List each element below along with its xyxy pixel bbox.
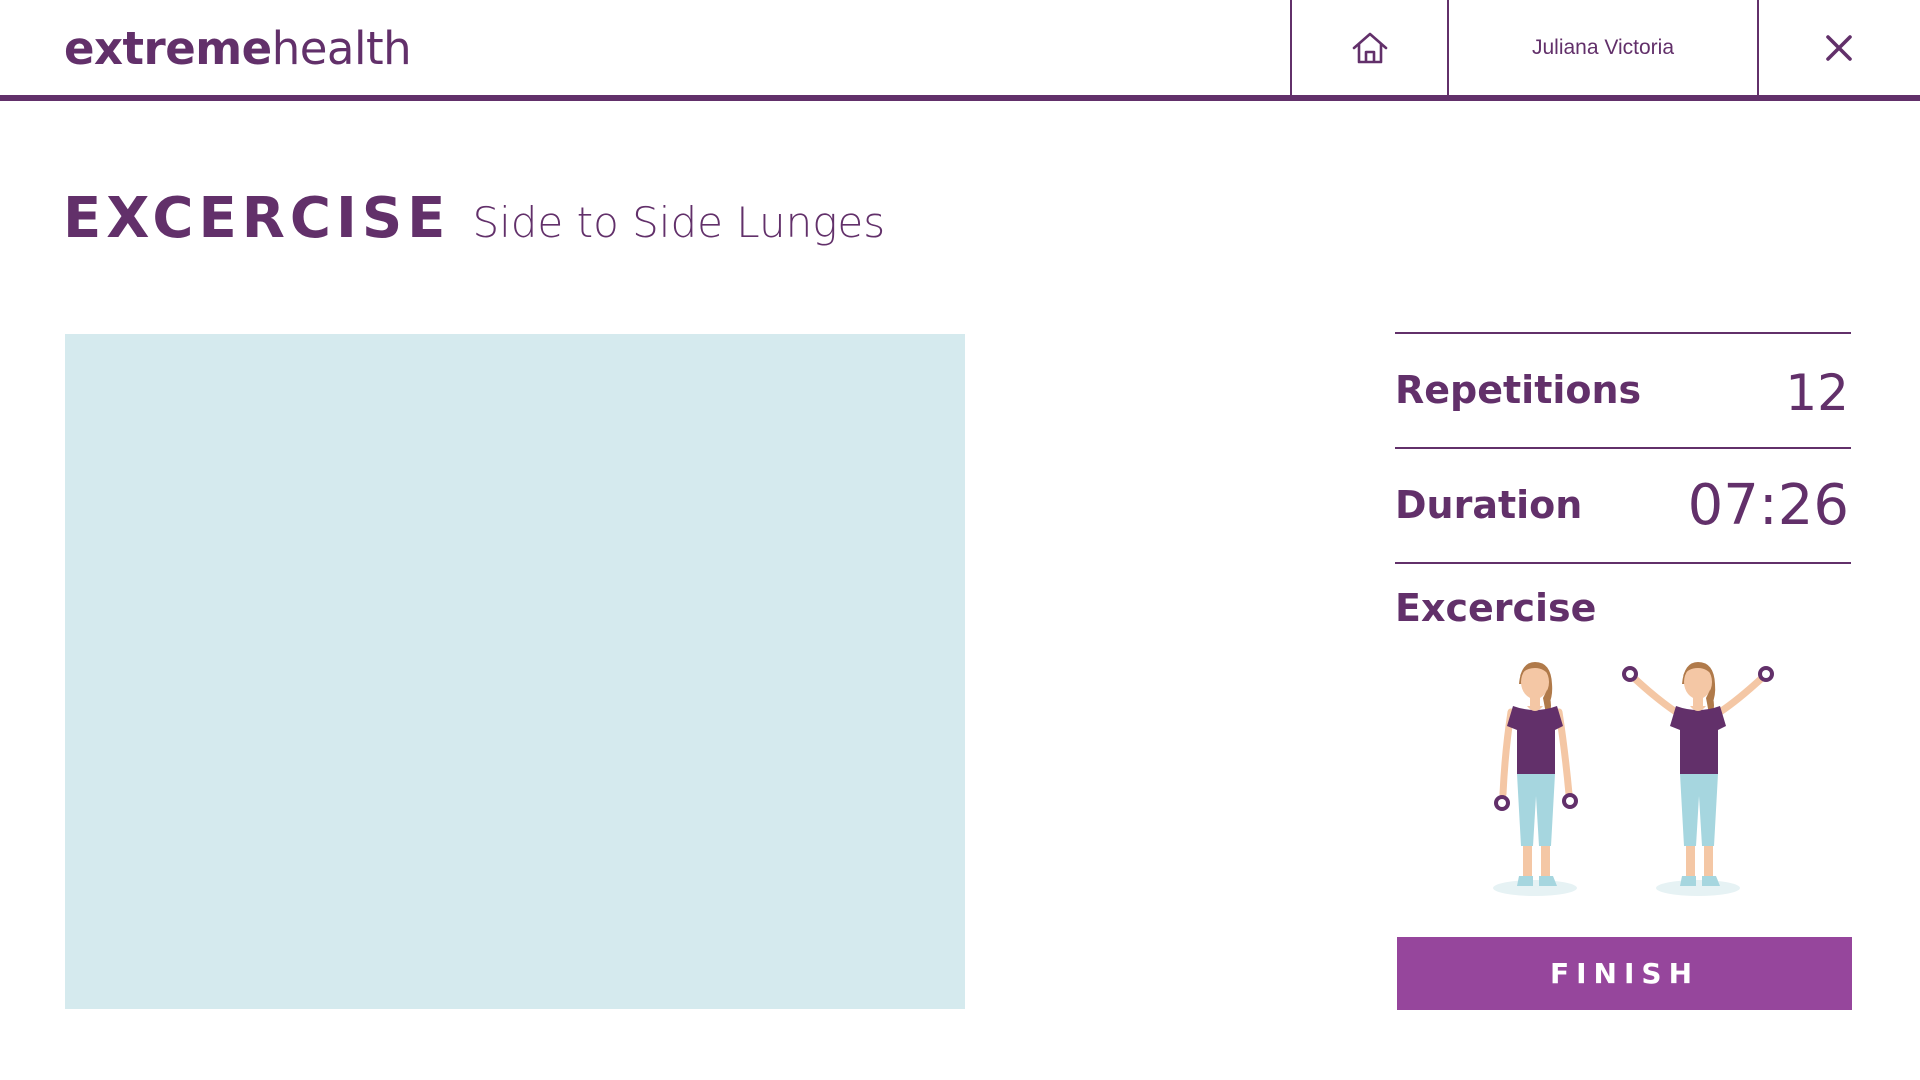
top-bar: extremehealth Juliana Victoria <box>0 0 1920 101</box>
exercise-name: Side to Side Lunges <box>472 198 886 247</box>
page-title: EXCERCISE Side to Side Lunges <box>63 186 885 251</box>
home-icon <box>1352 32 1387 63</box>
exercise-video-area[interactable] <box>65 334 965 1009</box>
exercise-label: Excercise <box>1395 586 1597 630</box>
repetitions-row: Repetitions 12 <box>1395 332 1851 447</box>
repetitions-value: 12 <box>1785 364 1849 422</box>
title-heading: EXCERCISE <box>63 186 451 251</box>
duration-value: 07:26 <box>1687 473 1849 538</box>
user-profile[interactable]: Juliana Victoria <box>1447 0 1759 95</box>
figure-arms-raised <box>1622 662 1774 896</box>
logo-light-text: health <box>271 22 412 75</box>
repetitions-label: Repetitions <box>1395 368 1642 412</box>
finish-button[interactable]: FINISH <box>1397 937 1852 1010</box>
app-logo[interactable]: extremehealth <box>64 22 412 75</box>
figure-arms-down <box>1493 662 1578 896</box>
logo-bold-text: extreme <box>64 22 272 75</box>
duration-row: Duration 07:26 <box>1395 447 1851 562</box>
home-button[interactable] <box>1290 0 1447 95</box>
close-button[interactable] <box>1758 0 1920 95</box>
exercise-illustration <box>1493 662 1774 896</box>
stats-panel: Repetitions 12 Duration 07:26 Excercise <box>1395 332 1851 932</box>
user-name: Juliana Victoria <box>1531 35 1675 59</box>
close-icon <box>1826 34 1852 61</box>
exercise-illustration-block: Excercise <box>1395 562 1851 932</box>
duration-label: Duration <box>1395 483 1583 527</box>
